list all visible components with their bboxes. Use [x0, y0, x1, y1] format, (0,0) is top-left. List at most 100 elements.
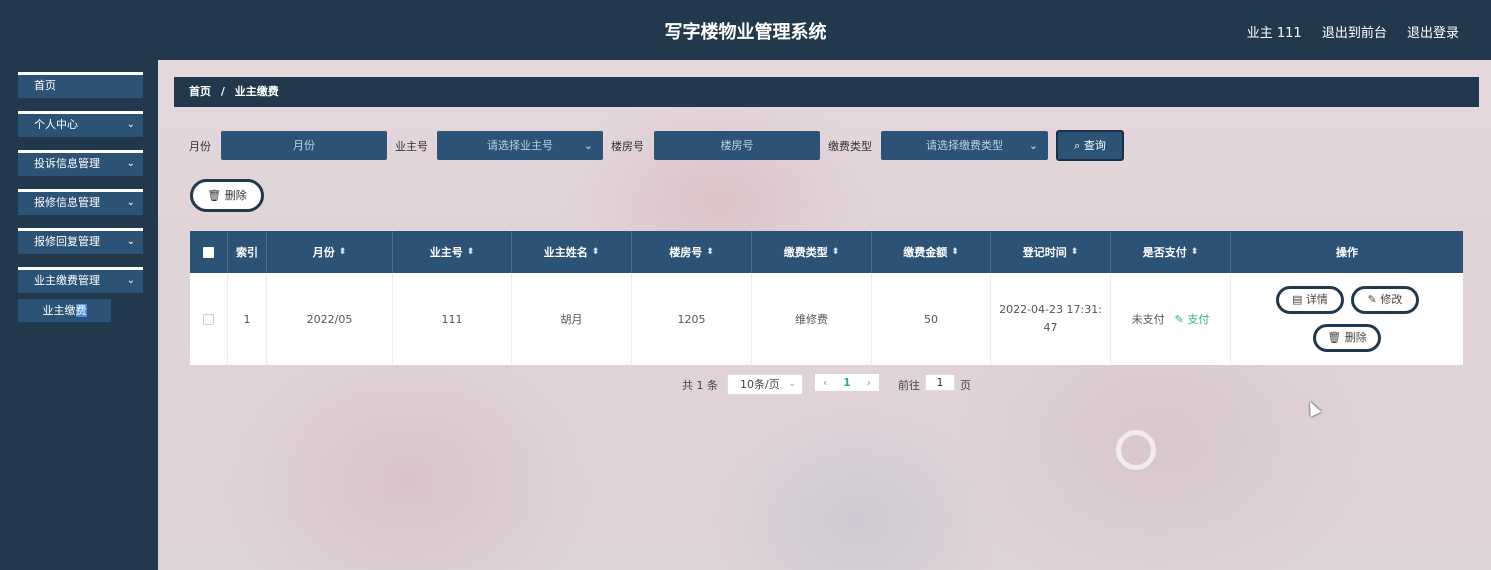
header-paid[interactable]: 是否支付 ⬍: [1111, 231, 1231, 273]
sort-icon[interactable]: ⬍: [339, 247, 347, 257]
trash-icon: 🗑: [1327, 331, 1345, 344]
sidebar-item-label: 个人中心: [34, 118, 78, 131]
cell-owner-name: 胡月: [512, 273, 632, 365]
header-label: 操作: [1336, 246, 1358, 259]
owner-no-select[interactable]: 请选择业主号 ⌄: [437, 131, 603, 160]
bulk-delete-button[interactable]: 🗑 删除: [190, 179, 264, 212]
chevron-down-icon: ⌄: [126, 275, 135, 286]
header-reg-time[interactable]: 登记时间 ⬍: [991, 231, 1111, 273]
page-unit-label: 页: [960, 379, 971, 392]
next-page-icon[interactable]: ›: [867, 376, 871, 389]
reg-time-text: 2022-04-23 17:31:47: [999, 303, 1102, 334]
header-month[interactable]: 月份 ⬍: [267, 231, 393, 273]
current-user: 业主 111: [1246, 26, 1302, 41]
exit-to-front-link[interactable]: 退出到前台: [1322, 26, 1387, 41]
header-owner-no[interactable]: 业主号 ⬍: [393, 231, 512, 273]
payment-table: 索引 月份 ⬍ 业主号 ⬍ 业主姓名 ⬍ 楼房号 ⬍ 缴费类型 ⬍ 缴费金额 ⬍ 登记时间 ⬍…: [190, 231, 1463, 365]
header-label: 业主号: [429, 246, 463, 259]
current-page[interactable]: 1: [843, 376, 851, 389]
cell-reg-time: 2022-04-23 17:31:47: [991, 273, 1111, 365]
sidebar-item-home[interactable]: 首页: [18, 72, 143, 98]
sort-icon[interactable]: ⬍: [1191, 247, 1199, 257]
header-fee-type[interactable]: 缴费类型 ⬍: [752, 231, 872, 273]
subitem-label-highlight: 费: [75, 304, 87, 317]
sidebar-item-repair-info[interactable]: 报修信息管理 ⌄: [18, 189, 143, 215]
sidebar-subitem-owner-payment[interactable]: 业主缴费: [18, 299, 111, 322]
select-all-checkbox[interactable]: [203, 246, 214, 258]
header-label: 登记时间: [1022, 246, 1067, 259]
breadcrumb: 首页 / 业主缴费: [174, 77, 1479, 107]
sidebar-item-label: 投诉信息管理: [34, 157, 100, 170]
header-select-all[interactable]: [190, 231, 228, 273]
sort-icon[interactable]: ⬍: [706, 247, 714, 257]
pay-link-label: 支付: [1187, 313, 1210, 326]
breadcrumb-separator: /: [220, 85, 225, 98]
user-links: 业主 111 退出到前台 退出登录: [1231, 22, 1459, 41]
edit-label: 修改: [1380, 293, 1403, 306]
header-amount[interactable]: 缴费金额 ⬍: [872, 231, 991, 273]
logout-link[interactable]: 退出登录: [1407, 26, 1459, 41]
chevron-down-icon: ⌄: [126, 197, 135, 208]
room-no-input[interactable]: 楼房号: [654, 131, 820, 160]
cell-month: 2022/05: [267, 273, 393, 365]
sidebar-item-label: 报修信息管理: [34, 196, 100, 209]
query-button[interactable]: ⌕ 查询: [1056, 130, 1124, 161]
cell-owner-no: 111: [393, 273, 512, 365]
sort-icon[interactable]: ⬍: [951, 247, 959, 257]
edit-icon: ✎: [1174, 313, 1188, 326]
page-size-value: 10条/页: [740, 378, 780, 391]
sidebar-item-complaint[interactable]: 投诉信息管理 ⌄: [18, 150, 143, 176]
cell-index: 1: [228, 273, 267, 365]
breadcrumb-home[interactable]: 首页: [189, 85, 211, 98]
trash-icon: 🗑: [207, 189, 222, 202]
background-ring: [1116, 430, 1156, 470]
header-room-no[interactable]: 楼房号 ⬍: [632, 231, 752, 273]
fee-type-label: 缴费类型: [828, 140, 872, 153]
sort-icon[interactable]: ⬍: [467, 247, 475, 257]
cell-fee-type: 维修费: [752, 273, 872, 365]
pay-link[interactable]: ✎ 支付: [1175, 311, 1210, 327]
row-select[interactable]: [190, 273, 228, 365]
sort-icon[interactable]: ⬍: [1071, 247, 1079, 257]
delete-button[interactable]: 🗑 删除: [1313, 324, 1381, 352]
goto-label: 前往: [898, 379, 920, 392]
room-no-label: 楼房号: [611, 140, 644, 153]
chevron-down-icon: ⌄: [583, 139, 593, 152]
room-no-placeholder: 楼房号: [720, 139, 754, 152]
header-index: 索引: [228, 231, 267, 273]
bulk-delete-label: 删除: [224, 189, 247, 202]
sidebar-item-label: 业主缴费管理: [34, 274, 100, 287]
chevron-down-icon: ⌄: [788, 379, 796, 389]
sidebar-item-label: 报修回复管理: [34, 235, 100, 248]
table-row: 1 2022/05 111 胡月 1205 维修费 50 2022-04-23 …: [190, 273, 1463, 365]
sort-icon[interactable]: ⬍: [592, 247, 600, 257]
page-size-select[interactable]: 10条/页 ⌄: [727, 374, 803, 395]
edit-button[interactable]: ✎ 修改: [1351, 286, 1419, 314]
edit-icon: ✎: [1367, 293, 1381, 306]
sort-icon[interactable]: ⬍: [832, 247, 840, 257]
row-checkbox[interactable]: [203, 313, 214, 325]
header-label: 是否支付: [1142, 246, 1187, 259]
month-placeholder: 月份: [293, 139, 315, 152]
prev-page-icon[interactable]: ‹: [823, 376, 827, 389]
fee-type-select[interactable]: 请选择缴费类型 ⌄: [881, 131, 1048, 160]
sidebar-item-personal-center[interactable]: 个人中心 ⌄: [18, 111, 143, 137]
detail-button[interactable]: ▤ 详情: [1276, 286, 1344, 314]
header-owner-name[interactable]: 业主姓名 ⬍: [512, 231, 632, 273]
goto-page-input[interactable]: 1: [925, 374, 955, 391]
owner-no-label: 业主号: [395, 140, 428, 153]
sidebar-item-owner-payment[interactable]: 业主缴费管理 ⌄: [18, 267, 143, 293]
chevron-down-icon: ⌄: [126, 236, 135, 247]
breadcrumb-current: 业主缴费: [234, 85, 279, 98]
search-icon: ⌕: [1074, 139, 1081, 152]
chevron-down-icon: ⌄: [126, 119, 135, 130]
month-input[interactable]: 月份: [221, 131, 387, 160]
header-operations: 操作: [1231, 231, 1463, 273]
sidebar-item-repair-reply[interactable]: 报修回复管理 ⌄: [18, 228, 143, 254]
top-header: 写字楼物业管理系统 业主 111 退出到前台 退出登录: [0, 0, 1491, 60]
cell-paid: 未支付 ✎ 支付: [1111, 273, 1231, 365]
detail-label: 详情: [1305, 293, 1328, 306]
owner-no-placeholder: 请选择业主号: [487, 139, 553, 152]
paid-status: 未支付: [1131, 313, 1165, 326]
sidebar-item-label: 首页: [34, 79, 56, 92]
